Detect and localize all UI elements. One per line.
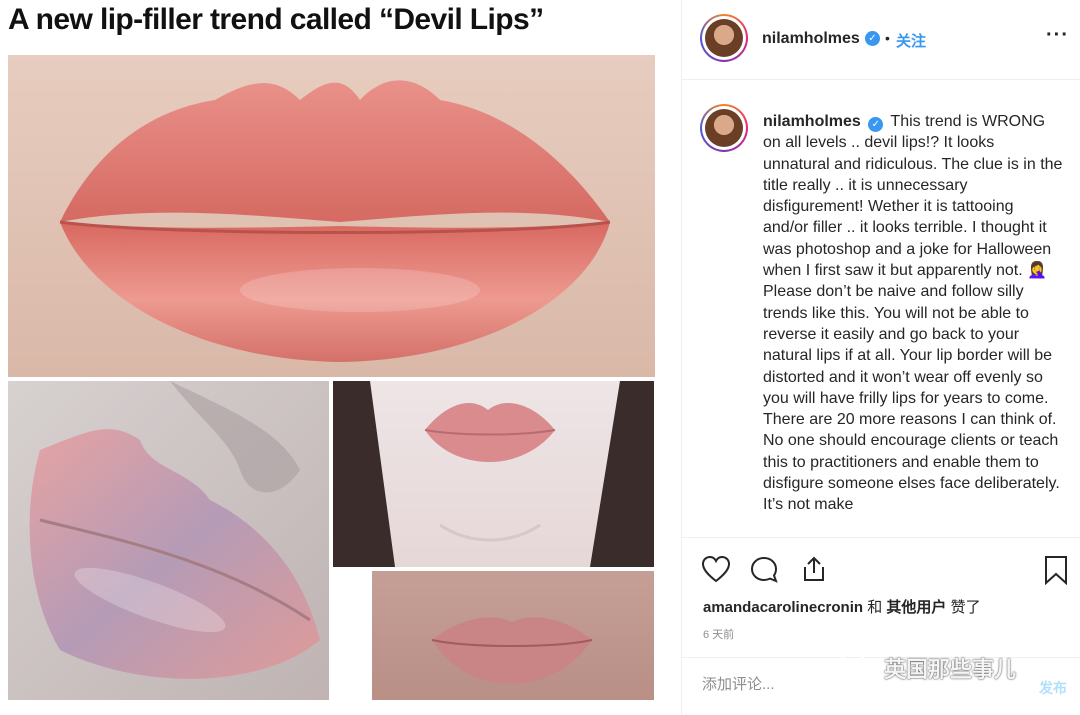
avatar-border xyxy=(702,16,746,60)
liked-by-line: amandacarolinecronin 和 其他用户 赞了 xyxy=(703,596,981,617)
caption-avatar-photo xyxy=(705,109,743,147)
post-actions: amandacarolinecronin 和 其他用户 赞了 6 天前 xyxy=(682,537,1080,657)
liked-by-first-user[interactable]: amandacarolinecronin xyxy=(703,599,863,616)
watermark: 英国那些事儿 xyxy=(838,650,1016,686)
avatar[interactable] xyxy=(700,14,748,62)
publish-button[interactable]: 发布 xyxy=(1039,678,1067,698)
separator-dot: • xyxy=(885,30,890,46)
caption-avatar-border xyxy=(702,106,746,150)
like-heart-icon[interactable] xyxy=(701,555,731,583)
post-username[interactable]: nilamholmes xyxy=(762,30,860,48)
caption-body: This trend is WRONG on all levels .. dev… xyxy=(763,113,1063,514)
article-headline: A new lip-filler trend called “Devil Lip… xyxy=(8,3,544,36)
watermark-text: 英国那些事儿 xyxy=(884,657,1017,682)
lip-collage-graphic xyxy=(8,55,655,700)
caption-username[interactable]: nilamholmes xyxy=(763,113,861,130)
liked-by-joiner: 和 xyxy=(867,599,883,616)
avatar-photo xyxy=(705,19,743,57)
post-timestamp[interactable]: 6 天前 xyxy=(703,626,734,642)
more-options-icon[interactable]: ··· xyxy=(1046,24,1069,47)
instagram-post-panel: nilamholmes ✓ • 关注 ··· nilamholmes ✓ Thi… xyxy=(681,0,1080,715)
post-caption: nilamholmes ✓ This trend is WRONG on all… xyxy=(763,111,1063,516)
wechat-icon xyxy=(838,652,878,682)
save-bookmark-icon[interactable] xyxy=(1043,555,1069,585)
liked-by-others[interactable]: 其他用户 xyxy=(886,599,946,616)
caption-verified-badge-icon: ✓ xyxy=(868,117,884,132)
liked-by-suffix: 赞了 xyxy=(950,599,981,616)
follow-button[interactable]: 关注 xyxy=(896,30,926,51)
verified-badge-icon: ✓ xyxy=(865,31,880,46)
post-header: nilamholmes ✓ • 关注 ··· xyxy=(682,0,1080,80)
lip-photo-collage xyxy=(0,0,681,715)
caption-avatar[interactable] xyxy=(700,104,748,152)
article-image: A new lip-filler trend called “Devil Lip… xyxy=(0,0,681,715)
comment-bubble-icon[interactable] xyxy=(749,555,779,585)
share-icon[interactable] xyxy=(799,554,829,584)
caption-scroll-area[interactable]: nilamholmes ✓ This trend is WRONG on all… xyxy=(682,81,1080,537)
